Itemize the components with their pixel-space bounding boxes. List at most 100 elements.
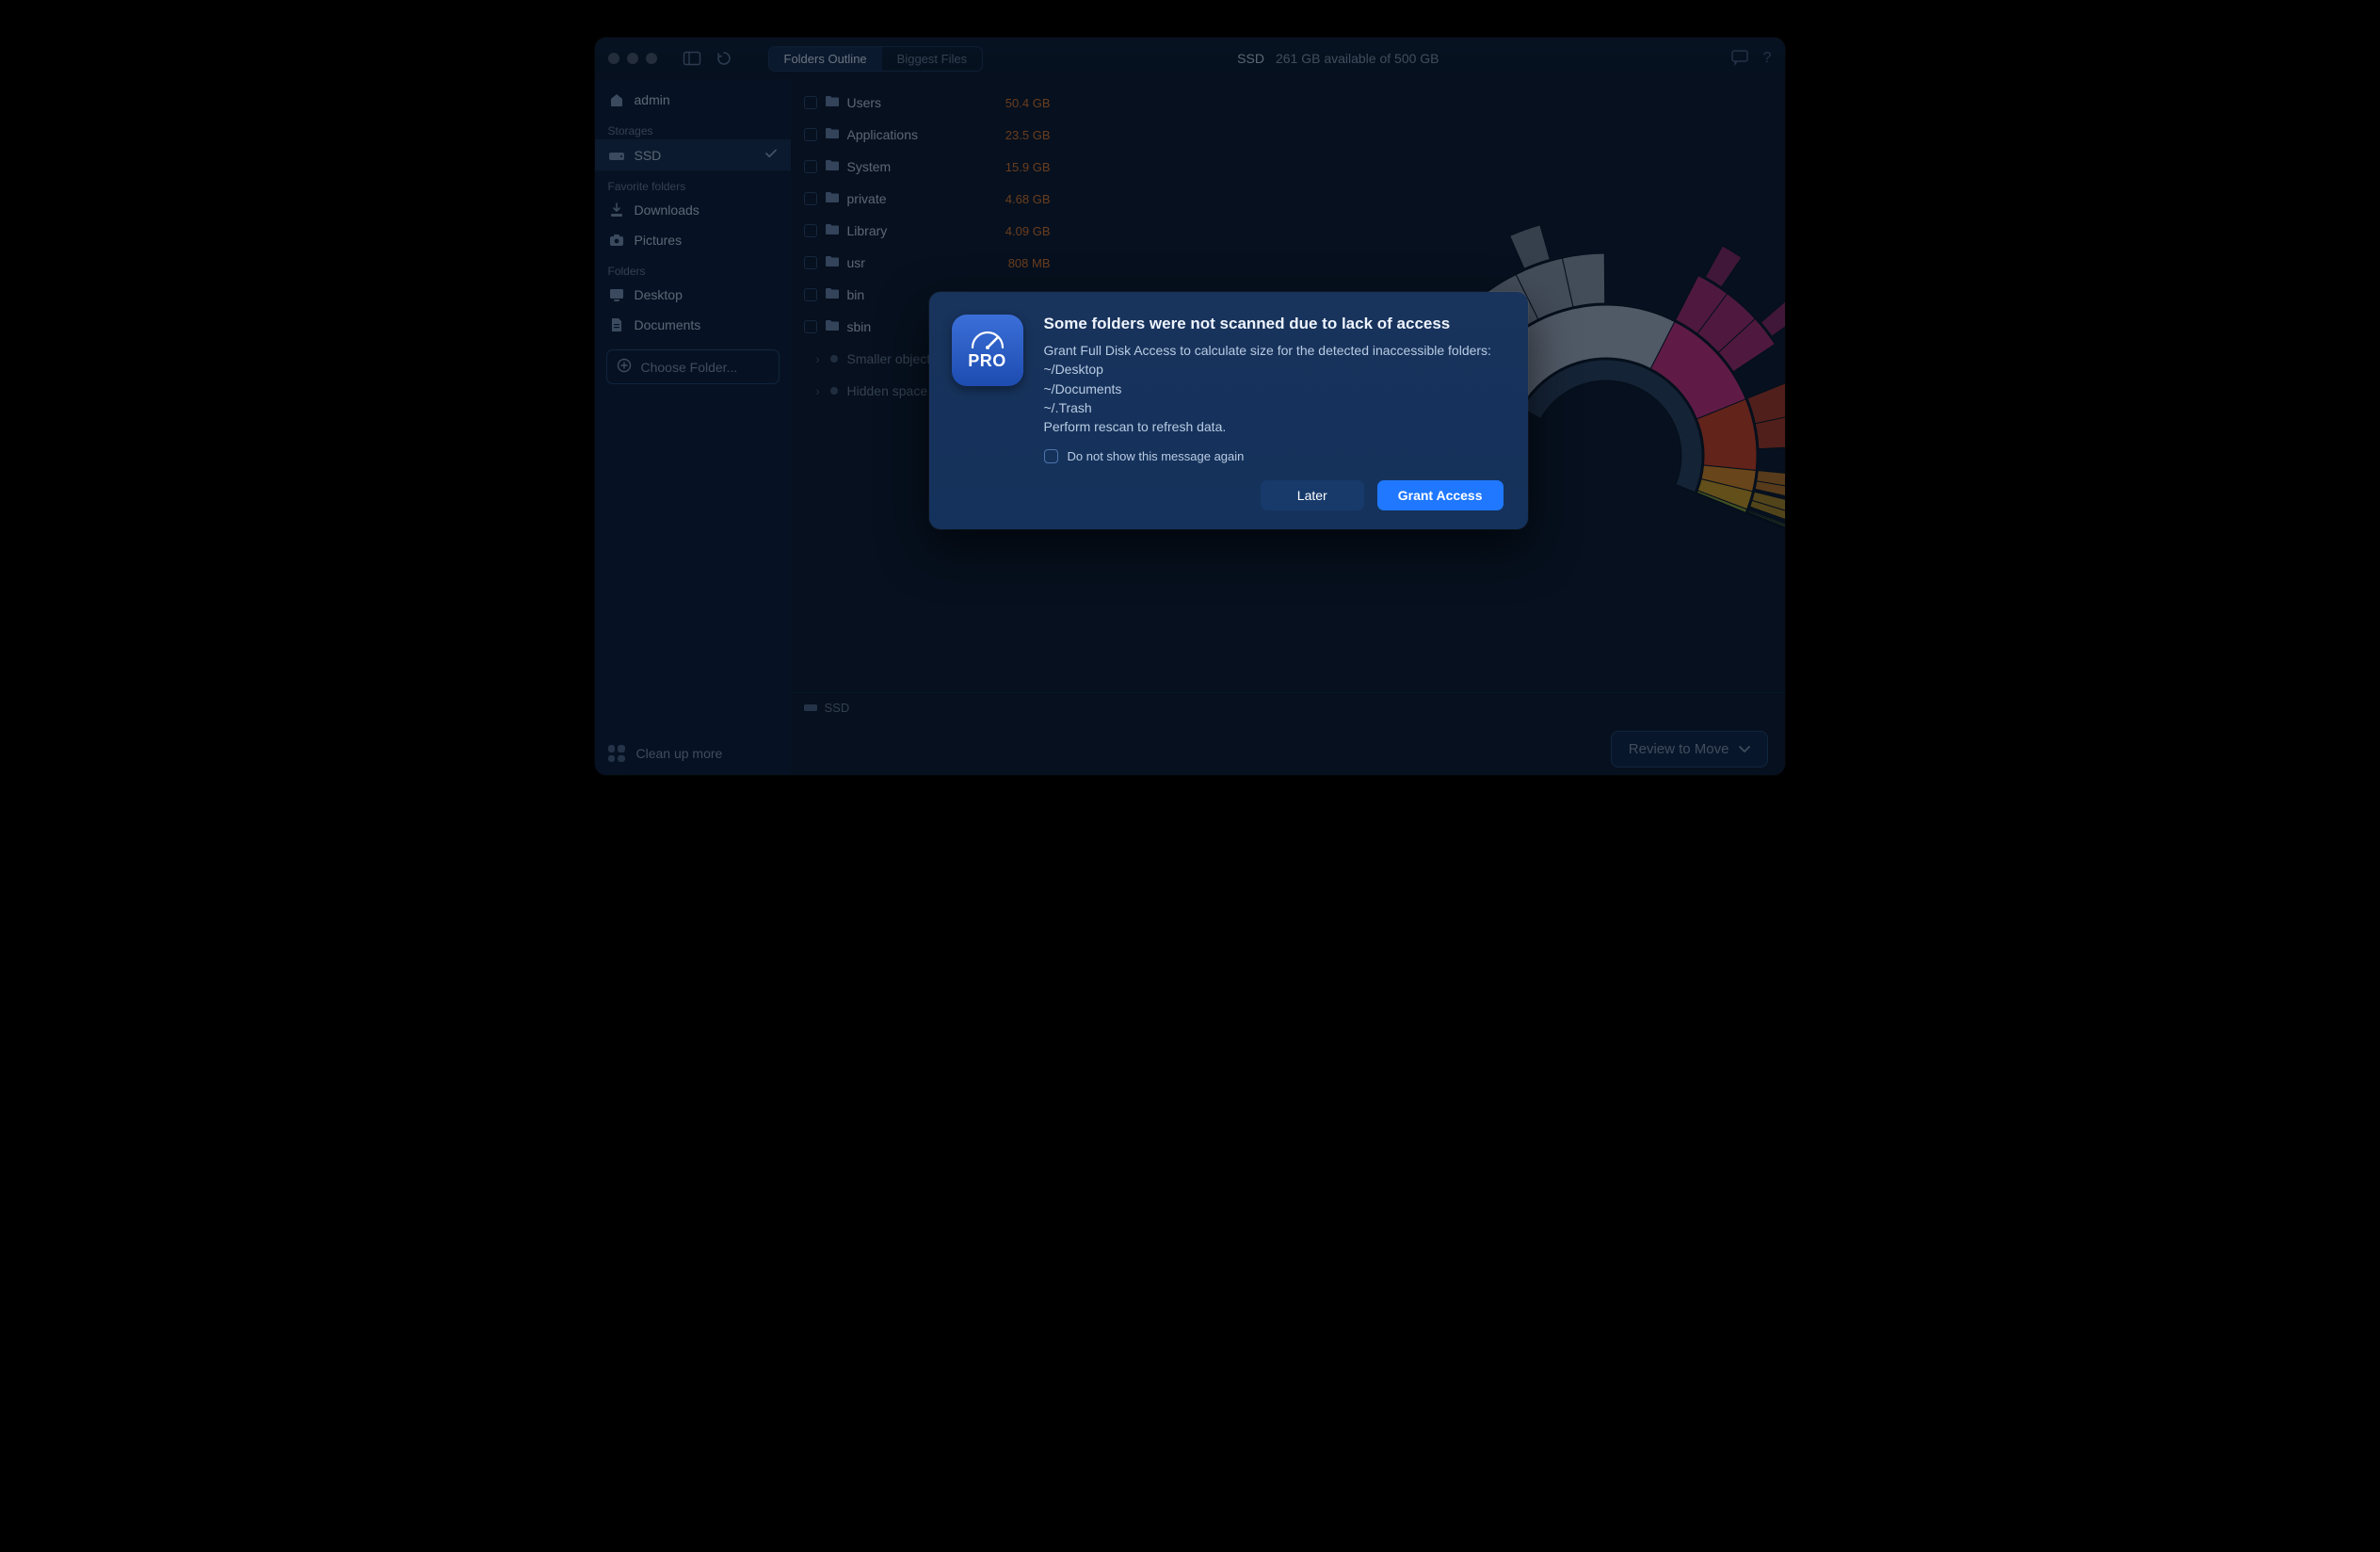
sidebar-item-label: Desktop [635,287,683,302]
title-status: SSD 261 GB available of 500 GB [994,51,1720,66]
choose-folder-label: Choose Folder... [641,360,738,375]
download-icon [608,202,625,218]
close-dot[interactable] [608,53,619,64]
modal-path: ~/Documents [1044,380,1504,398]
chevron-right-icon: › [813,383,823,398]
feedback-icon[interactable] [1731,50,1748,68]
sidebar-item-ssd[interactable]: SSD [595,139,791,170]
traffic-lights [608,53,657,64]
checkbox[interactable] [804,224,817,237]
checkbox[interactable] [804,288,817,301]
checkbox[interactable] [1044,449,1058,463]
app-icon-label: PRO [968,351,1006,371]
camera-icon [608,234,625,247]
breadcrumb-label: SSD [825,701,850,715]
folder-row[interactable]: private 4.68 GB [791,183,1064,215]
do-not-show-again[interactable]: Do not show this message again [1044,449,1504,463]
check-icon [764,147,778,163]
folder-size: 50.4 GB [990,96,1051,110]
apps-grid-icon [608,745,625,762]
checkbox[interactable] [804,160,817,173]
disk-status: 261 GB available of 500 GB [1276,51,1439,66]
folder-icon [825,319,840,334]
checkbox[interactable] [804,96,817,109]
bullet-icon [830,387,838,395]
folder-icon [825,191,840,206]
view-segmented: Folders Outline Biggest Files [768,46,984,72]
grant-access-button[interactable]: Grant Access [1377,480,1504,510]
sidebar-user-label: admin [635,92,670,107]
zoom-dot[interactable] [646,53,657,64]
review-to-move-button[interactable]: Review to Move [1611,731,1768,768]
folder-row[interactable]: Library 4.09 GB [791,215,1064,247]
sidebar-item-label: Documents [635,317,701,332]
sidebar-item-pictures[interactable]: Pictures [595,225,791,255]
sidebar-item-label: Downloads [635,202,700,218]
sidebar-user[interactable]: admin [595,85,791,115]
titlebar: Folders Outline Biggest Files SSD 261 GB… [595,38,1785,79]
disk-name: SSD [1237,51,1264,66]
clean-up-label: Clean up more [636,746,723,761]
sidebar-item-downloads[interactable]: Downloads [595,195,791,225]
do-not-show-label: Do not show this message again [1068,449,1245,463]
bullet-icon [830,355,838,363]
folder-size: 4.68 GB [990,192,1051,206]
folder-size: 808 MB [990,256,1051,270]
folder-name: Library [847,223,983,238]
folder-row[interactable]: Users 50.4 GB [791,87,1064,119]
folder-name: Applications [847,127,983,142]
sidebar-item-documents[interactable]: Documents [595,310,791,340]
plus-circle-icon [617,358,632,376]
folder-size: 4.09 GB [990,224,1051,238]
sidebar-head-folders: Folders [595,255,791,280]
sidebar-item-label: Pictures [635,233,683,248]
modal-path: ~/.Trash [1044,398,1504,417]
modal-path: ~/Desktop [1044,360,1504,379]
folder-size: 23.5 GB [990,128,1051,142]
help-icon[interactable]: ? [1763,50,1772,68]
sidebar-head-favorites: Favorite folders [595,170,791,195]
desktop-icon [608,288,625,301]
tab-folders-outline[interactable]: Folders Outline [769,47,882,71]
chevron-right-icon: › [813,351,823,366]
folder-icon [825,95,840,110]
modal-title: Some folders were not scanned due to lac… [1044,315,1504,333]
folder-name: usr [847,255,983,270]
folder-row[interactable]: usr 808 MB [791,247,1064,279]
sidebar-item-desktop[interactable]: Desktop [595,280,791,310]
tab-biggest-files[interactable]: Biggest Files [882,47,982,71]
document-icon [608,317,625,332]
folder-icon [825,159,840,174]
checkbox[interactable] [804,192,817,205]
folder-row[interactable]: Applications 23.5 GB [791,119,1064,151]
checkbox[interactable] [804,256,817,269]
checkbox[interactable] [804,128,817,141]
app-window: Folders Outline Biggest Files SSD 261 GB… [595,38,1785,775]
folder-name: System [847,159,983,174]
rescan-icon[interactable] [712,48,736,69]
access-modal: PRO Some folders were not scanned due to… [929,292,1528,529]
modal-tail: Perform rescan to refresh data. [1044,419,1227,434]
sidebar: admin Storages SSD Favorite folders Down… [595,79,791,775]
later-button[interactable]: Later [1261,480,1364,510]
minimize-dot[interactable] [627,53,638,64]
folder-name: private [847,191,983,206]
sidebar-head-storages: Storages [595,115,791,139]
sidebar-item-label: SSD [635,148,662,163]
clean-up-more-button[interactable]: Clean up more [595,732,791,775]
gauge-icon [969,331,1006,349]
footer: Review to Move [791,722,1785,775]
folder-icon [825,287,840,302]
chevron-down-icon [1739,741,1750,757]
folder-icon [825,255,840,270]
app-icon: PRO [952,315,1023,386]
folder-size: 15.9 GB [990,160,1051,174]
modal-text: Grant Full Disk Access to calculate size… [1044,341,1504,436]
folder-row[interactable]: System 15.9 GB [791,151,1064,183]
disk-icon [804,701,817,715]
breadcrumb: SSD [791,692,1785,722]
checkbox[interactable] [804,320,817,333]
choose-folder-button[interactable]: Choose Folder... [606,349,780,384]
folder-name: Users [847,95,983,110]
toggle-sidebar-icon[interactable] [680,48,704,69]
